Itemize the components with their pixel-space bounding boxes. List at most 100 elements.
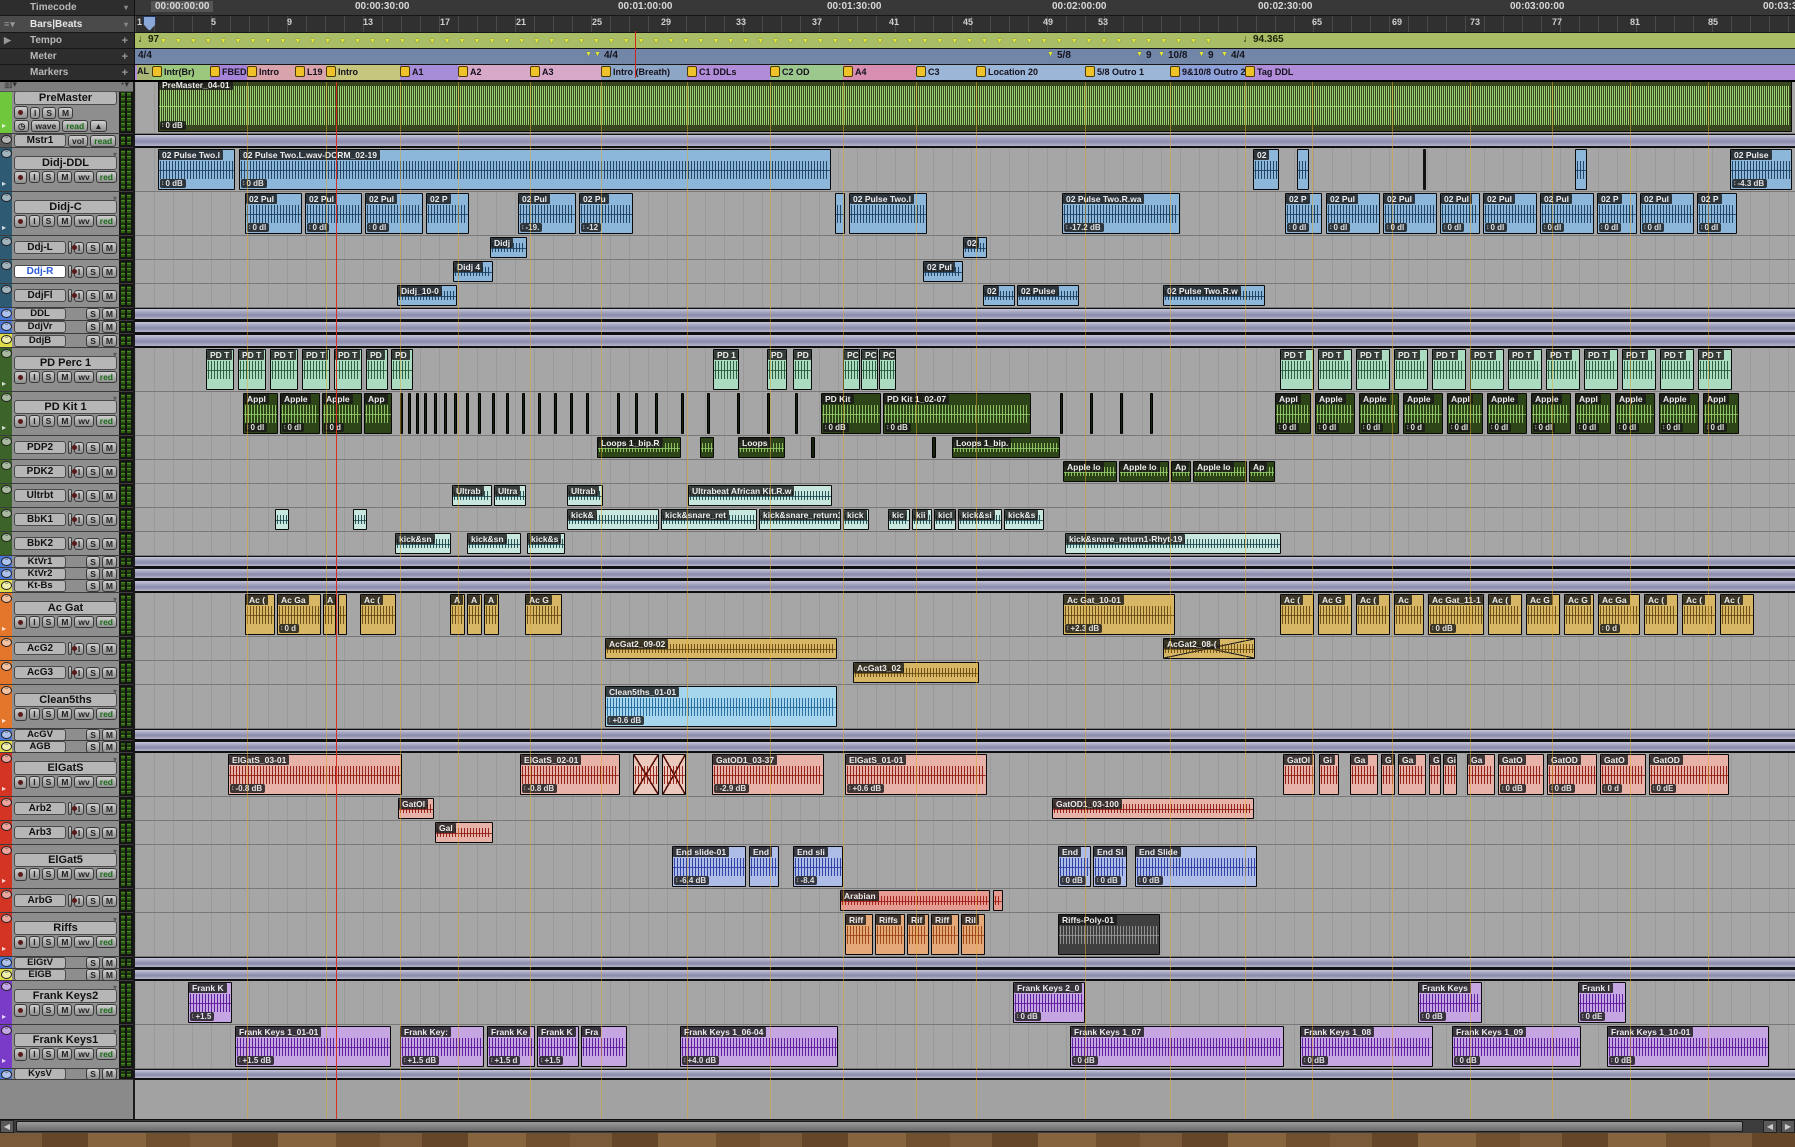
playback-marker-flag[interactable] (143, 16, 156, 31)
clip[interactable] (635, 393, 638, 434)
solo-button[interactable]: S (42, 415, 56, 427)
clip[interactable]: Frank Keys 1_07↕0 dB (1070, 1026, 1284, 1067)
track-lane-elgats[interactable]: ElGatS_03-01↕-0.8 dBElGatS_02-01↕-0.8 dB… (135, 753, 1795, 797)
collapse-toggle-icon[interactable]: − (1, 1070, 12, 1079)
collapse-toggle-icon[interactable]: − (1, 149, 12, 158)
clip-gain-badge[interactable]: ↕0 dB (160, 121, 186, 130)
clip[interactable]: PD T (1470, 349, 1504, 390)
clip[interactable]: AcGat2_09-02 (605, 638, 837, 659)
track-lane-acgv[interactable] (135, 729, 1795, 741)
clip-gain-badge[interactable]: ↕0 dB (1420, 1012, 1446, 1021)
waveform-view-button[interactable]: wv (74, 371, 93, 383)
clip[interactable]: Frank Keys 1_01-01↕+1.5 dB (235, 1026, 391, 1067)
clip[interactable] (522, 393, 525, 434)
record-enable-button[interactable] (14, 776, 27, 789)
clip[interactable]: PD T (1660, 349, 1694, 390)
track-name[interactable]: AcG3 (14, 666, 66, 679)
clip-gain-badge[interactable]: ↕-0.8 dB (522, 784, 557, 793)
clip[interactable] (633, 754, 659, 795)
clip-gain-badge[interactable]: ↕0 dl (307, 223, 329, 232)
collapse-toggle-icon[interactable]: − (1, 285, 12, 294)
solo-button[interactable]: S (42, 776, 56, 788)
clip[interactable] (416, 393, 419, 434)
clip[interactable]: Ac G (1318, 594, 1352, 635)
clip[interactable]: kick&sn (395, 533, 451, 554)
mute-button[interactable]: M (57, 776, 72, 788)
marker[interactable]: Tag DDL (1245, 66, 1293, 77)
clip[interactable]: PD Kit 1_02-07↕0 dB (883, 393, 1031, 434)
record-enable-button[interactable] (68, 642, 72, 655)
record-enable-button[interactable] (14, 371, 27, 384)
clip[interactable]: 02 (1253, 149, 1279, 190)
clip[interactable] (617, 393, 620, 434)
clip[interactable]: 02 Pul↕0 dl (1540, 193, 1594, 234)
clip[interactable]: kick&s (1004, 509, 1044, 530)
mute-button[interactable]: M (57, 936, 72, 948)
waveform-view-button[interactable]: wv (74, 415, 93, 427)
automation-read-button[interactable]: red (96, 616, 117, 628)
mute-button[interactable]: M (102, 290, 117, 302)
chevron-down-icon[interactable]: ▾ (113, 847, 117, 856)
clip[interactable] (400, 393, 403, 434)
clip-gain-badge[interactable]: ↕0 dl (1385, 223, 1407, 232)
ruler-row-bars[interactable]: ≡▾Bars|Beats▾ 15913172125293337414549536… (0, 16, 1795, 33)
track-lane-frank-keys2[interactable]: Frank K↕+1.5Frank Keys 2_0↕0 dBFrank Key… (135, 981, 1795, 1025)
marker[interactable]: Location 20 (976, 66, 1038, 77)
clip[interactable]: 02 P (426, 193, 469, 234)
clip[interactable]: Ac ( (1280, 594, 1314, 635)
marker[interactable]: C3 (916, 66, 940, 77)
clip[interactable]: PD T (1584, 349, 1618, 390)
marker[interactable]: Intro (247, 66, 279, 77)
clip-gain-badge[interactable]: ↕0 dl (1617, 423, 1639, 432)
clip-gain-badge[interactable]: ↕0 dB (885, 423, 911, 432)
clip-gain-badge[interactable]: ↕0 dB (1430, 624, 1456, 633)
track-lane-pdp2[interactable]: Loops 1_bip.RLoopsLoops 1_bip. (135, 436, 1795, 460)
track-name[interactable]: KtVr1 (14, 556, 66, 568)
clip[interactable]: Apple↕0 d (1403, 393, 1443, 434)
chevron-down-icon[interactable]: ▾ (113, 1027, 117, 1036)
clip-gain-badge[interactable]: ↕0 dl (1542, 223, 1564, 232)
record-enable-button[interactable] (68, 826, 72, 839)
mute-button[interactable]: M (58, 107, 73, 119)
record-enable-button[interactable] (14, 868, 27, 881)
clip[interactable]: A (467, 594, 482, 635)
clip[interactable]: Ac G (1526, 594, 1560, 635)
collapse-toggle-icon[interactable]: − (1, 461, 12, 470)
chevron-down-icon[interactable]: ▾ (124, 3, 128, 12)
input-monitor-button[interactable]: I (29, 1004, 39, 1016)
clip[interactable]: Gi (1319, 754, 1339, 795)
clip[interactable]: Rif (907, 914, 929, 955)
clip[interactable] (586, 393, 589, 434)
clip-gain-badge[interactable]: ↕-12 (581, 223, 601, 232)
clip[interactable]: End sli↕-8.4 (793, 846, 843, 887)
clip[interactable]: 02 Pulse Two.L.wav-DCRM_02-19↕0 dB (239, 149, 831, 190)
waveform-view-button[interactable]: wv (74, 708, 93, 720)
collapse-toggle-icon[interactable]: − (1, 914, 12, 923)
mute-button[interactable]: M (102, 969, 117, 981)
clip[interactable]: 02 Pul↕0 dl (1640, 193, 1694, 234)
collapse-toggle-icon[interactable]: − (1, 569, 12, 578)
clip[interactable] (795, 393, 798, 434)
collapse-toggle-icon[interactable]: − (1, 437, 12, 446)
record-enable-button[interactable] (68, 265, 72, 278)
collapse-toggle-icon[interactable]: − (1, 1026, 12, 1035)
ruler-row-markers[interactable]: Markers+ ALIntr(Br)FBEDIntroL19IntroA1A2… (0, 65, 1795, 82)
clip[interactable]: Gal (435, 822, 493, 843)
input-monitor-button[interactable]: I (29, 868, 39, 880)
expand-play-icon[interactable]: ▶ (4, 35, 12, 46)
clip[interactable] (1120, 393, 1123, 434)
clip[interactable]: Frank Keys 1_10-01↕0 dB (1607, 1026, 1769, 1067)
record-enable-button[interactable] (14, 215, 27, 228)
clip[interactable]: 02 Pulse Two.l↕0 dB (158, 149, 235, 190)
clip[interactable] (767, 393, 770, 434)
solo-button[interactable]: S (86, 266, 100, 278)
clip-gain-badge[interactable]: ↕0 dl (1599, 223, 1621, 232)
menu-icon[interactable]: ≡▾ (4, 19, 16, 30)
collapse-toggle-icon[interactable]: − (1, 349, 12, 358)
marker[interactable]: Intro (326, 66, 358, 77)
mute-button[interactable]: M (102, 568, 117, 580)
solo-button[interactable]: S (86, 335, 100, 347)
track-lane-elgat5[interactable]: End slide-01↕-6.4 dBEndEnd sli↕-8.4End↕0… (135, 845, 1795, 889)
clip-gain-badge[interactable]: ↕0 dB (1137, 876, 1163, 885)
input-monitor-button[interactable]: I (29, 708, 39, 720)
